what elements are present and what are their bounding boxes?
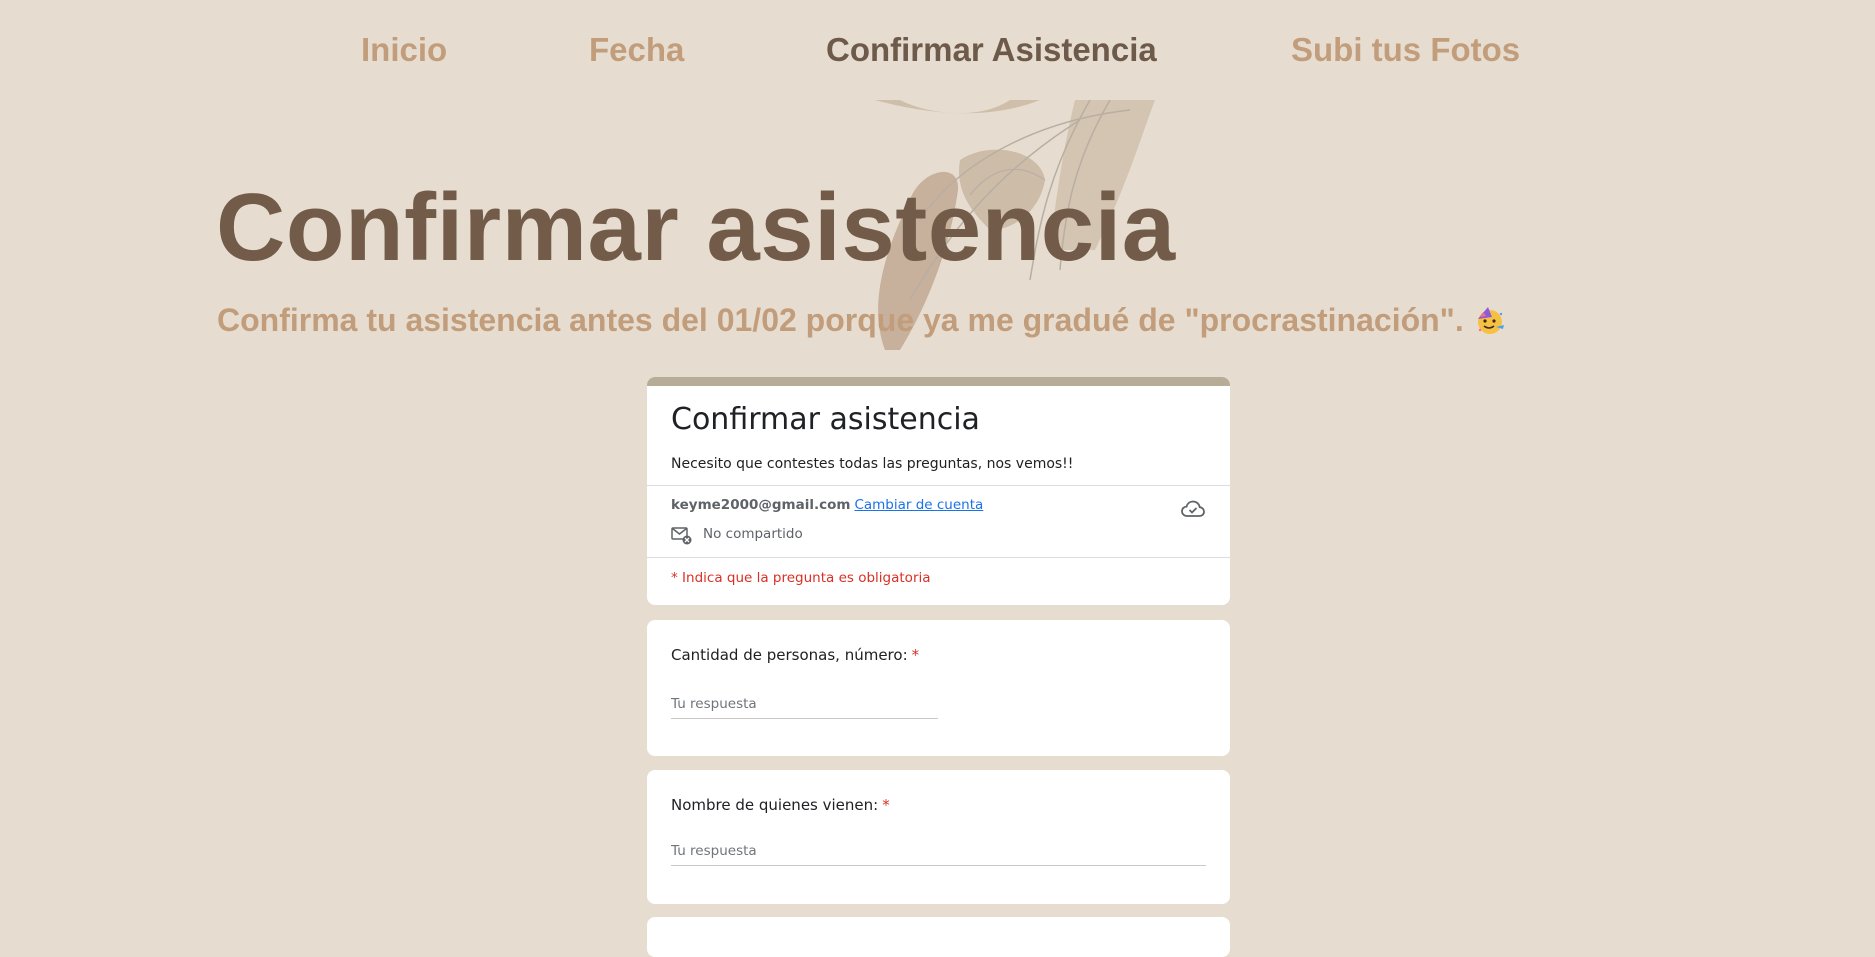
form-description: Necesito que contestes todas las pregunt… bbox=[671, 456, 1074, 472]
page-subtitle: Confirma tu asistencia antes del 01/02 p… bbox=[217, 300, 1506, 346]
nav-item-subi-tus-fotos[interactable]: Subi tus Fotos bbox=[1291, 30, 1520, 70]
not-shared-label: No compartido bbox=[703, 526, 803, 542]
cloud-check-icon[interactable] bbox=[1180, 498, 1206, 520]
mail-not-shared-icon bbox=[671, 525, 693, 545]
switch-account-link[interactable]: Cambiar de cuenta bbox=[854, 497, 983, 513]
question-text: Cantidad de personas, número: bbox=[671, 646, 908, 664]
page-title: Confirmar asistencia bbox=[216, 174, 1176, 281]
divider bbox=[647, 557, 1230, 558]
question-text: Nombre de quienes vienen: bbox=[671, 796, 879, 814]
nav-item-fecha[interactable]: Fecha bbox=[589, 30, 684, 70]
question-card-nombres: Nombre de quienes vienen: * bbox=[647, 770, 1230, 904]
divider bbox=[647, 485, 1230, 486]
required-note: * Indica que la pregunta es obligatoria bbox=[671, 570, 931, 586]
form-accent-bar bbox=[647, 377, 1230, 386]
nav-item-inicio[interactable]: Inicio bbox=[361, 30, 447, 70]
question-card-cantidad: Cantidad de personas, número: * bbox=[647, 620, 1230, 756]
question-card-next bbox=[647, 917, 1230, 957]
top-navigation: Inicio Fecha Confirmar Asistencia Subi t… bbox=[0, 0, 1875, 100]
nombres-input[interactable] bbox=[671, 843, 1206, 866]
form-header-card: Confirmar asistencia Necesito que contes… bbox=[647, 377, 1230, 605]
form-title: Confirmar asistencia bbox=[671, 402, 980, 437]
partying-face-emoji-icon bbox=[1474, 305, 1506, 346]
account-info: keyme2000@gmail.com Cambiar de cuenta bbox=[671, 495, 983, 515]
question-label: Nombre de quienes vienen: * bbox=[671, 794, 890, 816]
cantidad-personas-input[interactable] bbox=[671, 696, 938, 719]
required-asterisk: * bbox=[911, 646, 920, 664]
nav-item-confirmar-asistencia[interactable]: Confirmar Asistencia bbox=[826, 30, 1157, 70]
required-asterisk: * bbox=[882, 796, 890, 814]
subtitle-text: Confirma tu asistencia antes del 01/02 p… bbox=[217, 302, 1464, 338]
account-email: keyme2000@gmail.com bbox=[671, 497, 851, 513]
question-label: Cantidad de personas, número: * bbox=[671, 644, 919, 666]
